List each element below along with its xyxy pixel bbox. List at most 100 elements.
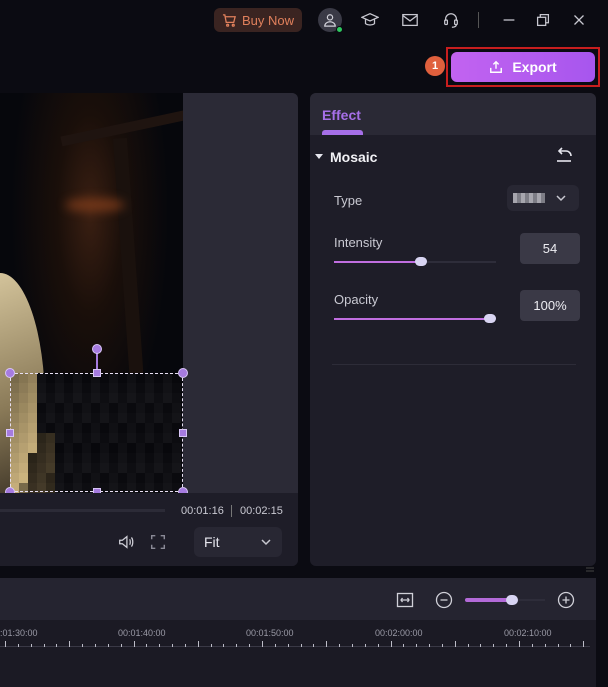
ruler-tick	[17, 644, 19, 647]
timeline-zoom-slider[interactable]	[465, 595, 545, 605]
playback-controls: 00:01:16 00:02:15 Fit	[0, 493, 298, 566]
timeline-ruler[interactable]: 00:01:30:00 00:01:40:00 00:01:50:00 00:0…	[0, 620, 590, 650]
chevron-down-icon	[556, 195, 566, 202]
online-status-dot	[336, 26, 343, 33]
messages-button[interactable]	[399, 9, 421, 31]
restore-icon	[536, 13, 550, 27]
ruler-tick	[133, 641, 135, 647]
ruler-tick	[69, 641, 71, 647]
preview-zoom-value: Fit	[204, 534, 220, 550]
ruler-tick	[249, 644, 251, 647]
intensity-slider-knob[interactable]	[415, 257, 427, 266]
intensity-slider[interactable]	[334, 257, 496, 267]
ruler-tick	[480, 644, 482, 647]
close-button[interactable]	[568, 9, 590, 31]
mosaic-type-select[interactable]	[507, 185, 579, 211]
ruler-tick	[339, 644, 341, 647]
ruler-tick	[43, 644, 45, 647]
ruler-tick	[429, 644, 431, 647]
resize-handle-left[interactable]	[6, 429, 14, 437]
preview-zoom-select[interactable]: Fit	[194, 527, 282, 557]
fit-timeline-icon[interactable]	[396, 591, 414, 609]
opacity-slider-knob[interactable]	[484, 314, 496, 323]
graduation-cap-icon	[361, 13, 379, 26]
ruler-tick	[326, 641, 328, 647]
window-right-edge	[596, 93, 608, 687]
resize-handle-top[interactable]	[93, 369, 101, 377]
ruler-tick	[454, 641, 456, 647]
minimize-button[interactable]	[498, 9, 520, 31]
ruler-tick	[56, 644, 58, 647]
volume-icon[interactable]	[117, 533, 135, 551]
account-avatar[interactable]	[318, 8, 343, 33]
collapse-caret-icon[interactable]	[315, 154, 323, 159]
opacity-slider[interactable]	[334, 314, 496, 324]
ruler-tick	[544, 644, 546, 647]
mail-icon	[402, 13, 418, 27]
opacity-label: Opacity	[334, 292, 379, 307]
preview-panel: 00:01:16 00:02:15 Fit	[0, 93, 298, 566]
ruler-tick	[557, 644, 559, 647]
timeline-panel: 00:01:30:00 00:01:40:00 00:01:50:00 00:0…	[0, 578, 596, 687]
fullscreen-icon[interactable]	[149, 533, 167, 551]
tab-effect[interactable]: Effect	[322, 107, 361, 123]
intensity-value-input[interactable]: 54	[520, 233, 580, 264]
support-button[interactable]	[440, 9, 462, 31]
ruler-tick	[184, 644, 186, 647]
titlebar-separator	[478, 12, 479, 28]
canvas-background	[183, 93, 298, 493]
resize-handle-top-left[interactable]	[5, 368, 15, 378]
export-button[interactable]: Export	[451, 52, 595, 82]
ruler-tick	[441, 644, 443, 647]
opacity-value-input[interactable]: 100%	[520, 290, 580, 321]
step-badge: 1	[425, 56, 445, 76]
ruler-tick	[30, 644, 32, 647]
timeline-zoom-knob[interactable]	[505, 595, 518, 605]
reset-icon[interactable]	[554, 147, 574, 165]
video-scene-light	[65, 198, 125, 212]
ruler-tick	[313, 644, 315, 647]
zoom-in-icon[interactable]	[557, 591, 575, 609]
ruler-tick	[300, 644, 302, 647]
panel-resize-grip-icon[interactable]	[586, 566, 594, 574]
ruler-label: 00:01:30:00	[0, 628, 38, 638]
cart-icon	[222, 13, 236, 27]
ruler-label: 00:02:10:00	[504, 628, 552, 638]
type-label: Type	[334, 193, 363, 208]
ruler-tick	[416, 644, 418, 647]
playback-progress-bar[interactable]	[0, 509, 165, 512]
resize-handle-top-right[interactable]	[178, 368, 188, 378]
ruler-tick	[197, 641, 199, 647]
timeline-toolbar	[0, 578, 596, 620]
restore-button[interactable]	[532, 9, 554, 31]
upload-icon	[490, 60, 503, 73]
ruler-tick	[146, 644, 148, 647]
intensity-label: Intensity	[334, 235, 383, 250]
resize-handle-right[interactable]	[179, 429, 187, 437]
ruler-tick	[262, 641, 263, 647]
active-tab-indicator	[322, 130, 363, 135]
ruler-label: 00:02:00:00	[375, 628, 423, 638]
user-icon	[324, 14, 336, 27]
zoom-out-icon[interactable]	[435, 591, 453, 609]
ruler-baseline	[0, 646, 590, 647]
ruler-tick	[82, 644, 84, 647]
opacity-slider-fill	[334, 318, 490, 320]
buy-now-button[interactable]: Buy Now	[214, 8, 302, 32]
ruler-tick	[274, 644, 276, 647]
rotate-handle[interactable]	[92, 344, 102, 354]
mosaic-section-title[interactable]: Mosaic	[330, 149, 377, 165]
ruler-label: 00:01:50:00	[246, 628, 294, 638]
mosaic-selection-box[interactable]	[10, 373, 183, 492]
export-label: Export	[512, 59, 557, 75]
ruler-tick	[377, 644, 379, 647]
ruler-tick	[120, 644, 122, 647]
close-icon	[574, 15, 584, 25]
ruler-tick	[519, 641, 520, 647]
ruler-tick	[236, 644, 238, 647]
ruler-tick	[506, 644, 508, 647]
timeline-zoom-fill	[465, 598, 512, 602]
ruler-tick	[287, 644, 289, 647]
tutorials-button[interactable]	[359, 9, 381, 31]
ruler-tick	[172, 644, 174, 647]
